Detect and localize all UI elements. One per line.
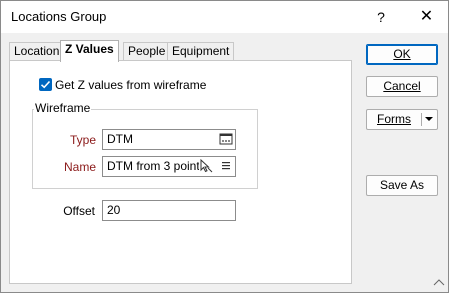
get-z-values-label: Get Z values from wireframe	[55, 78, 207, 92]
name-field[interactable]: DTM from 3 points	[102, 156, 236, 177]
offset-label: Offset	[63, 204, 95, 218]
tab-people[interactable]: People	[123, 42, 171, 61]
name-value: DTM from 3 points	[107, 159, 206, 173]
window-title: Locations Group	[11, 9, 107, 24]
ok-button[interactable]: OK	[366, 44, 438, 65]
locations-group-dialog: Locations Group ? ✕ Location Z Values Pe…	[0, 0, 449, 293]
cancel-button-label: Cancel	[383, 79, 421, 93]
checkmark-icon	[40, 80, 51, 89]
offset-field[interactable]: 20	[102, 200, 236, 221]
forms-label-text: Forms	[377, 112, 411, 126]
name-label: Name	[63, 160, 96, 174]
tab-location[interactable]: Location	[9, 42, 65, 61]
type-label: Type	[69, 133, 96, 147]
tab-z-values[interactable]: Z Values	[60, 40, 119, 62]
offset-value: 20	[107, 203, 121, 217]
get-z-values-checkbox[interactable]	[39, 78, 52, 91]
type-field[interactable]: DTM	[102, 129, 236, 150]
resize-grip-icon[interactable]	[433, 277, 445, 287]
forms-button[interactable]: Forms	[366, 109, 438, 130]
close-button[interactable]: ✕	[405, 1, 448, 33]
forms-split-divider	[421, 113, 422, 126]
cancel-button[interactable]: Cancel	[366, 76, 438, 97]
forms-button-label: Forms	[367, 110, 421, 129]
title-bar: Locations Group ? ✕	[1, 1, 448, 33]
list-icon[interactable]	[219, 159, 233, 173]
chevron-down-icon[interactable]	[425, 117, 433, 121]
pointer-icon[interactable]	[199, 159, 213, 173]
type-value: DTM	[107, 132, 133, 146]
save-as-button[interactable]: Save As	[366, 175, 438, 196]
wireframe-group-label: Wireframe	[34, 101, 92, 115]
tab-equipment[interactable]: Equipment	[167, 42, 235, 61]
ok-button-label: OK	[393, 47, 411, 61]
browse-icon[interactable]	[219, 132, 233, 146]
help-button[interactable]: ?	[361, 1, 401, 33]
